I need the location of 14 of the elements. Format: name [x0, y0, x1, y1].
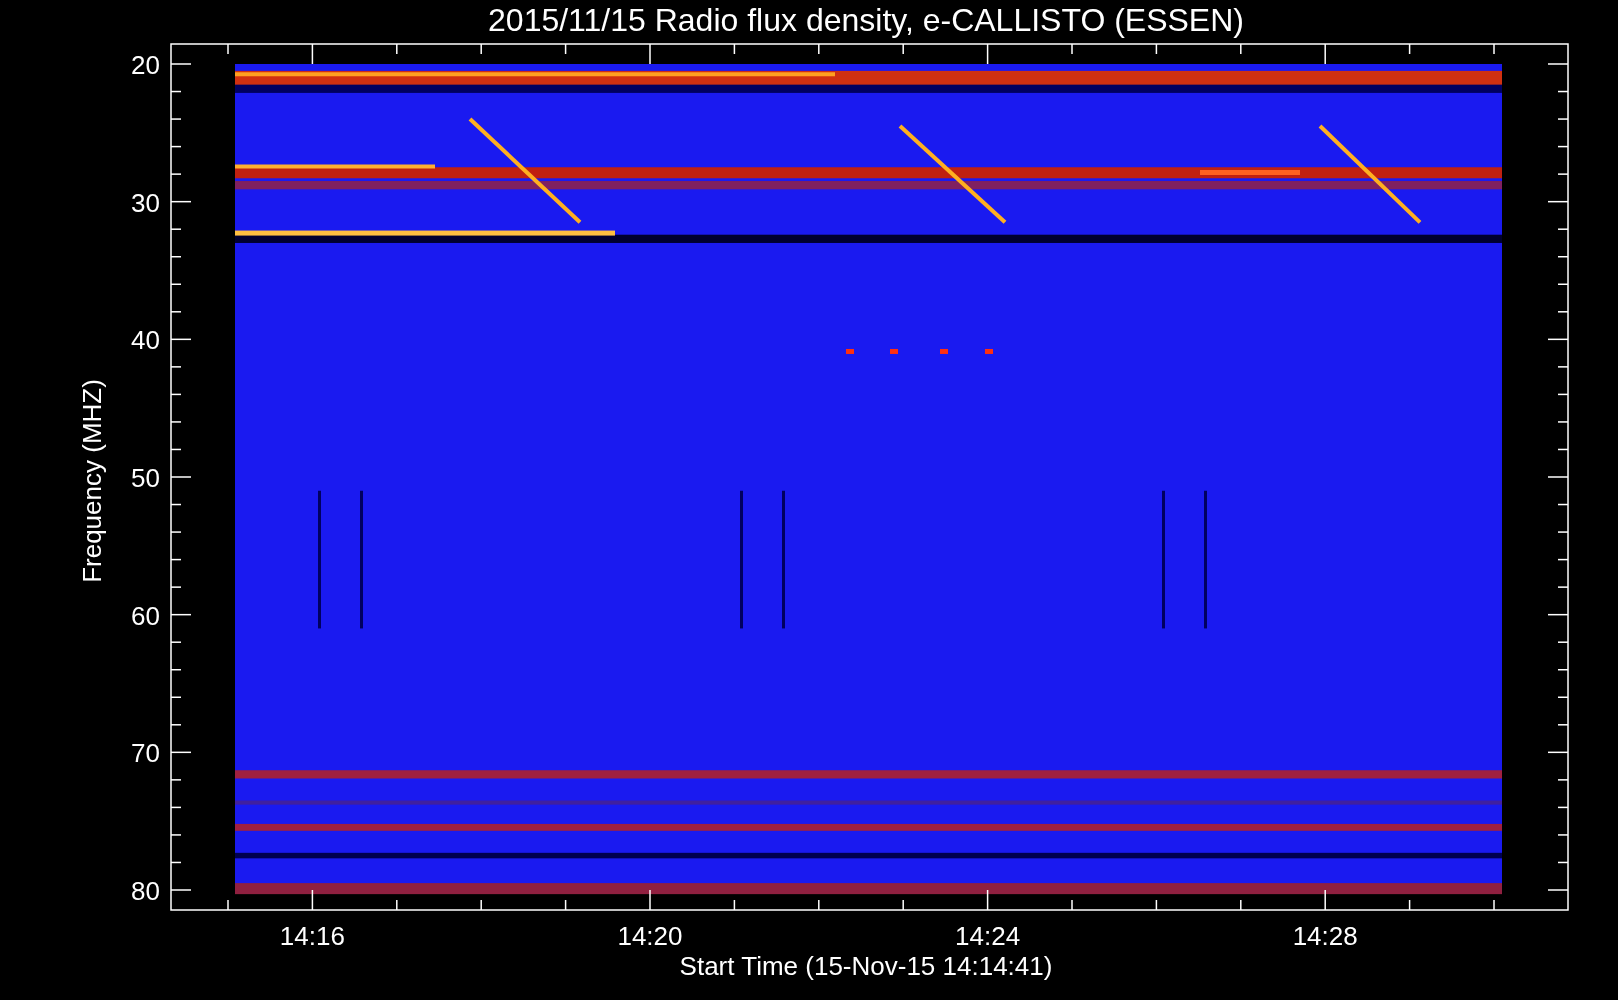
tick-label: 30: [131, 187, 160, 218]
tick-label: 80: [131, 876, 160, 906]
tick-label: 50: [131, 463, 160, 493]
tick-label: 14:24: [955, 921, 1021, 951]
tick-label: 40: [131, 325, 160, 356]
plot-title: 2015/11/15 Radio flux density, e-CALLISTO (ESSEN): [488, 2, 1244, 38]
tick-label: 14:20: [617, 921, 683, 951]
tick-label: 14:16: [279, 921, 345, 951]
tick-label: 60: [131, 600, 160, 631]
axis-label: Frequency (MHZ): [77, 379, 107, 583]
tick-label: 20: [131, 50, 160, 80]
tick-label: 70: [131, 738, 160, 769]
axis-label: Start Time (15-Nov-15 14:14:41): [679, 951, 1053, 981]
tick-label: 14:28: [1292, 921, 1358, 951]
